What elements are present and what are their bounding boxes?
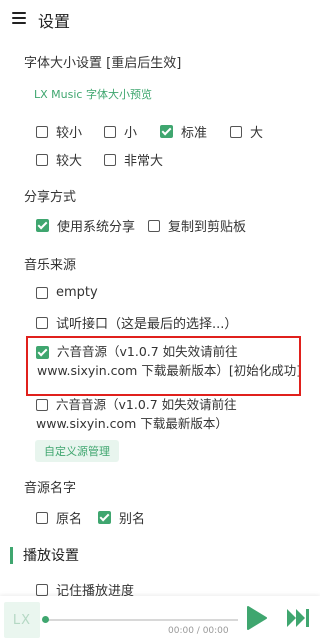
- checkbox[interactable]: [36, 511, 48, 524]
- option-label-group: 六音音源（v1.0.7 如失效请前往 www.sixyin.com 下载最新版本…: [36, 395, 237, 433]
- option-label: 小: [124, 126, 138, 141]
- mini-player: LX 00:00 / 00:00: [0, 596, 320, 644]
- font-size-option-large[interactable]: 大: [230, 122, 263, 141]
- hamburger-menu-icon[interactable]: [12, 12, 26, 24]
- section-title: 播放设置: [23, 548, 79, 564]
- option-label: empty: [56, 285, 98, 300]
- option-label: 较大: [56, 154, 83, 169]
- checkbox[interactable]: [36, 583, 48, 596]
- font-size-option-smaller[interactable]: 较小: [36, 122, 82, 141]
- source-name-option-alias[interactable]: 别名: [98, 508, 145, 527]
- option-label: 别名: [119, 512, 146, 527]
- playback-time: 00:00 / 00:00: [168, 626, 229, 636]
- font-size-label: 字体大小设置 [重启后生效]: [24, 56, 182, 71]
- font-size-option-very-large[interactable]: 非常大: [104, 150, 163, 169]
- font-size-option-small[interactable]: 小: [104, 122, 137, 141]
- checkbox[interactable]: [36, 125, 48, 138]
- option-label: 标准: [181, 126, 208, 141]
- page-title: 设置: [38, 12, 71, 31]
- checkbox[interactable]: [104, 125, 116, 138]
- font-size-option-larger[interactable]: 较大: [36, 150, 82, 169]
- playback-settings-header: 播放设置: [10, 545, 79, 565]
- option-label: 复制到剪贴板: [168, 220, 247, 235]
- font-size-preview: LX Music 字体大小预览: [34, 88, 152, 101]
- source-name-option-original[interactable]: 原名: [36, 508, 82, 527]
- option-label: 使用系统分享: [57, 220, 136, 235]
- checkbox[interactable]: [104, 153, 116, 166]
- share-option-system[interactable]: 使用系统分享: [36, 216, 135, 235]
- progress-handle[interactable]: [42, 616, 49, 623]
- option-label: 大: [250, 126, 264, 141]
- section-accent-bar: [10, 546, 13, 564]
- next-track-icon[interactable]: [285, 606, 311, 630]
- album-art-logo[interactable]: LX: [4, 602, 40, 638]
- custom-source-manage-button[interactable]: 自定义源管理: [35, 440, 119, 462]
- play-icon[interactable]: [246, 605, 268, 631]
- top-bar: 设置: [0, 0, 320, 40]
- option-label: 试听接口（这是最后的选择...）: [56, 317, 238, 332]
- highlight-annotation-box: [26, 336, 301, 396]
- checkbox-checked[interactable]: [36, 219, 49, 232]
- source-name-label: 音源名字: [24, 481, 77, 496]
- music-source-label: 音乐来源: [24, 258, 77, 273]
- option-label-line1: 六音音源（v1.0.7 如失效请前往: [56, 397, 237, 412]
- checkbox[interactable]: [36, 286, 48, 299]
- font-size-option-standard[interactable]: 标准: [160, 122, 207, 141]
- progress-bar[interactable]: [44, 619, 238, 621]
- option-label-line2: www.sixyin.com 下载最新版本）: [36, 416, 228, 431]
- option-label: 原名: [56, 512, 83, 527]
- checkbox[interactable]: [148, 219, 160, 232]
- checkbox-checked[interactable]: [98, 511, 111, 524]
- source-option-sixyin[interactable]: 六音音源（v1.0.7 如失效请前往 www.sixyin.com 下载最新版本…: [36, 395, 237, 433]
- option-label: 较小: [56, 126, 83, 141]
- source-option-empty[interactable]: empty: [36, 285, 98, 300]
- checkbox[interactable]: [36, 316, 48, 329]
- checkbox-checked[interactable]: [160, 125, 173, 138]
- share-option-clipboard[interactable]: 复制到剪贴板: [148, 216, 246, 235]
- source-option-trial[interactable]: 试听接口（这是最后的选择...）: [36, 313, 237, 332]
- option-label: 非常大: [124, 154, 164, 169]
- share-method-label: 分享方式: [24, 190, 77, 205]
- checkbox[interactable]: [230, 125, 242, 138]
- checkbox[interactable]: [36, 399, 48, 411]
- checkbox[interactable]: [36, 153, 48, 166]
